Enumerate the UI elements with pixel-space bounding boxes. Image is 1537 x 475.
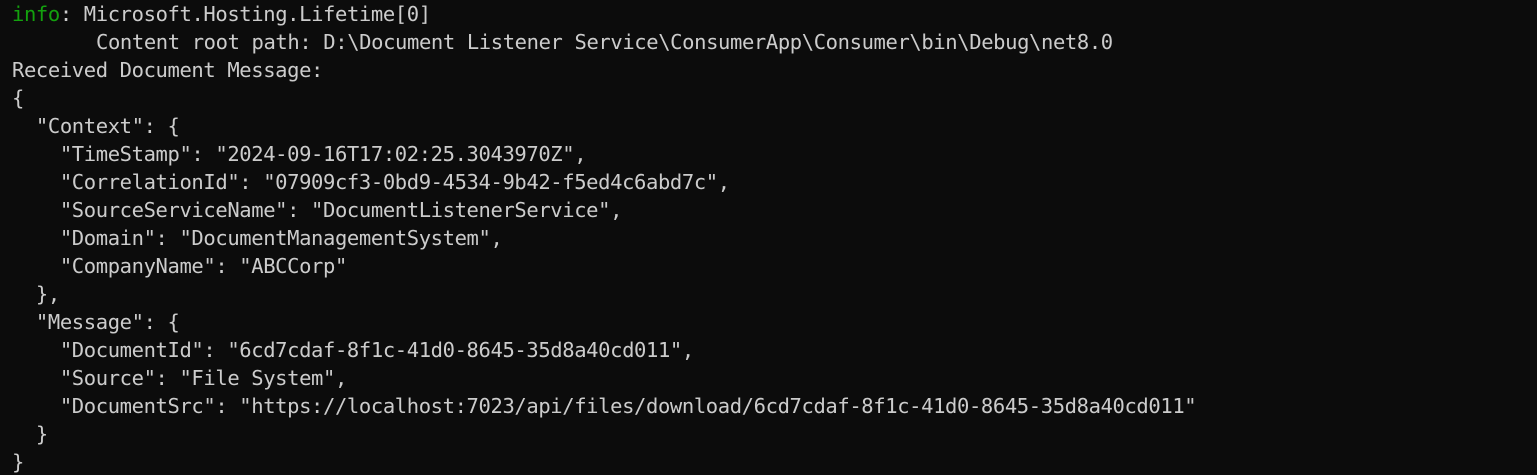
log-message-line: Content root path: D:\Document Listener … — [12, 28, 1525, 56]
content-root-path: Content root path: D:\Document Listener … — [96, 30, 1113, 54]
json-message-block: { "Context": { "TimeStamp": "2024-09-16T… — [12, 84, 1525, 475]
received-message-label: Received Document Message: — [12, 58, 324, 82]
json-line: "CorrelationId": "07909cf3-0bd9-4534-9b4… — [12, 170, 730, 194]
json-line: "SourceServiceName": "DocumentListenerSe… — [12, 198, 623, 222]
json-line: "DocumentId": "6cd7cdaf-8f1c-41d0-8645-3… — [12, 338, 694, 362]
json-line: "CompanyName": "ABCCorp" — [12, 254, 347, 278]
json-line: "TimeStamp": "2024-09-16T17:02:25.304397… — [12, 142, 587, 166]
json-line: "Message": { — [12, 310, 180, 334]
json-line: "DocumentSrc": "https://localhost:7023/a… — [12, 394, 1197, 418]
log-separator: : — [59, 2, 84, 26]
json-line: { — [12, 86, 24, 110]
json-line: "Context": { — [12, 114, 180, 138]
json-line: } — [12, 450, 24, 474]
json-line: }, — [12, 282, 60, 306]
terminal-output[interactable]: info: Microsoft.Hosting.Lifetime[0] Cont… — [0, 0, 1537, 475]
log-category: Microsoft.Hosting.Lifetime[0] — [83, 2, 431, 26]
json-line: "Source": "File System", — [12, 366, 347, 390]
json-line: "Domain": "DocumentManagementSystem", — [12, 226, 503, 250]
json-line: } — [12, 422, 48, 446]
log-header-line: info: Microsoft.Hosting.Lifetime[0] — [12, 0, 1525, 28]
log-level-info: info — [12, 2, 60, 26]
